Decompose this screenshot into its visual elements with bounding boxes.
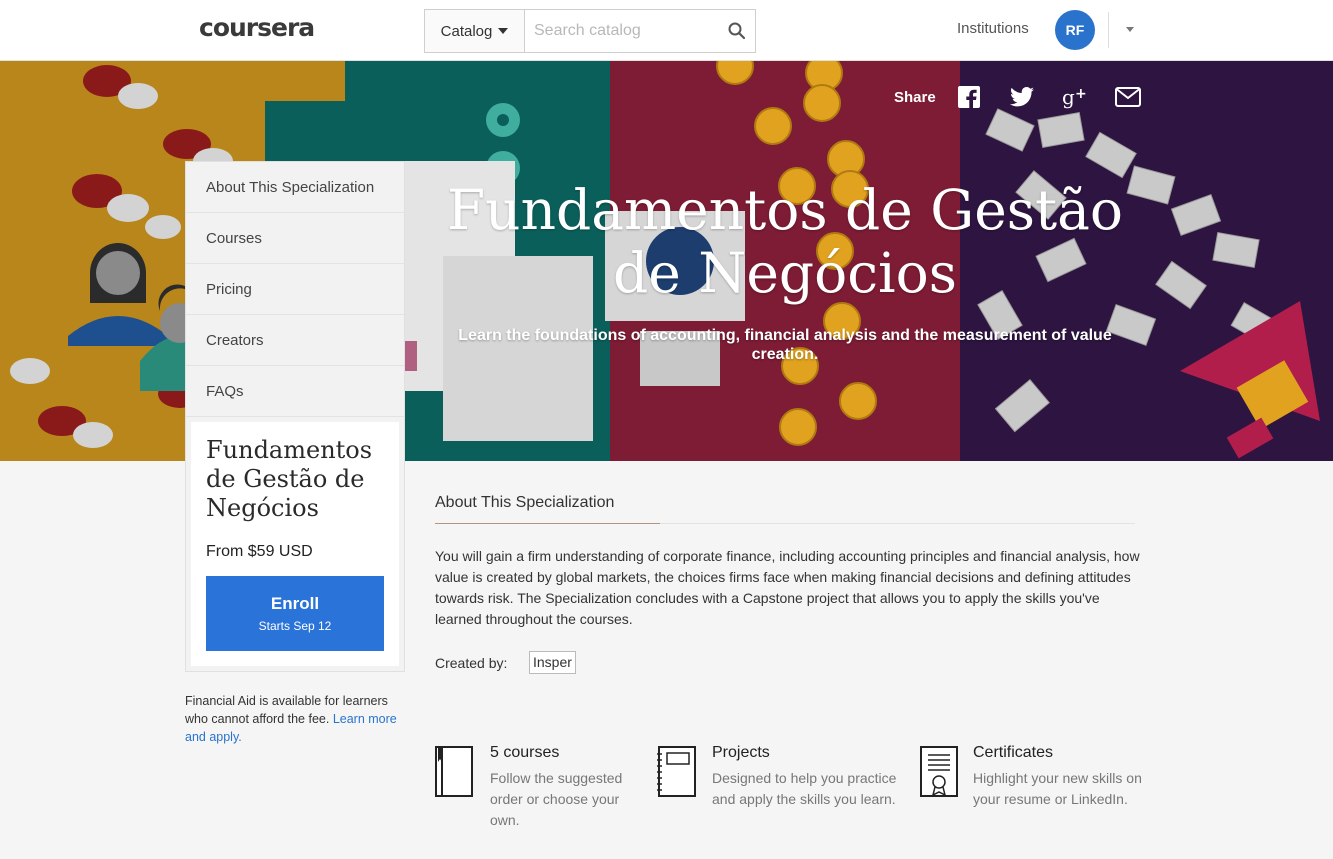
svg-text:+: + xyxy=(1075,86,1087,102)
facebook-icon[interactable] xyxy=(954,82,984,112)
google-plus-icon[interactable]: g + xyxy=(1060,82,1090,112)
catalog-search-group: Catalog xyxy=(424,9,756,53)
feature-desc: Designed to help you practice and apply … xyxy=(712,770,897,807)
top-navbar: coursera Catalog Institutions RF xyxy=(0,0,1333,61)
feature-desc: Highlight your new skills on your resume… xyxy=(973,770,1142,807)
catalog-dropdown-button[interactable]: Catalog xyxy=(425,10,525,52)
sidenav-item-pricing[interactable]: Pricing xyxy=(186,264,404,315)
feature-title: 5 courses xyxy=(490,744,560,761)
enroll-start-date: Starts Sep 12 xyxy=(258,619,332,633)
enroll-button[interactable]: Enroll Starts Sep 12 xyxy=(206,576,384,651)
notebook-icon xyxy=(657,746,696,797)
sidenav-item-faqs[interactable]: FAQs xyxy=(186,366,404,417)
svg-text:g: g xyxy=(1062,85,1075,109)
book-icon xyxy=(435,746,473,797)
search-icon[interactable] xyxy=(727,21,747,41)
sidenav-item-courses[interactable]: Courses xyxy=(186,213,404,264)
section-divider-accent xyxy=(435,523,660,524)
nav-divider xyxy=(1108,12,1109,48)
price-label: From $59 USD xyxy=(206,543,313,560)
user-avatar[interactable]: RF xyxy=(1055,10,1095,50)
share-bar: Share g + xyxy=(894,82,1166,112)
certificate-icon xyxy=(920,746,958,797)
feature-title: Certificates xyxy=(973,744,1054,761)
enroll-card: Fundamentos de Gestão de Negócios From $… xyxy=(191,422,399,666)
email-icon[interactable] xyxy=(1113,82,1143,112)
about-description: You will gain a firm understanding of co… xyxy=(435,548,1140,627)
specialization-sidenav: About This Specialization Courses Pricin… xyxy=(185,161,405,672)
feature-desc: Follow the suggested order or choose you… xyxy=(490,770,623,828)
sidenav-item-creators[interactable]: Creators xyxy=(186,315,404,366)
sidenav-item-about[interactable]: About This Specialization xyxy=(186,162,404,213)
catalog-label: Catalog xyxy=(440,22,493,40)
institutions-link[interactable]: Institutions xyxy=(957,20,1029,37)
page-title: Fundamentos de Gestão de Negócios xyxy=(446,178,1123,305)
enroll-card-title: Fundamentos de Gestão de Negócios xyxy=(206,436,373,522)
about-heading: About This Specialization xyxy=(435,494,615,511)
hero-tagline: Learn the foundations of accounting, fin… xyxy=(458,327,1112,363)
twitter-icon[interactable] xyxy=(1007,82,1037,112)
feature-title: Projects xyxy=(712,744,770,761)
caret-down-icon xyxy=(498,28,509,34)
creator-link[interactable]: Insper xyxy=(529,651,576,674)
share-label: Share xyxy=(894,88,936,106)
financial-aid-note: Financial Aid is available for learners … xyxy=(185,692,410,746)
user-menu-caret-icon[interactable] xyxy=(1126,27,1134,32)
created-by-label: Created by: xyxy=(435,655,508,671)
enroll-button-label: Enroll xyxy=(270,594,320,613)
search-input[interactable] xyxy=(526,10,721,52)
coursera-logo[interactable]: coursera xyxy=(199,13,315,42)
